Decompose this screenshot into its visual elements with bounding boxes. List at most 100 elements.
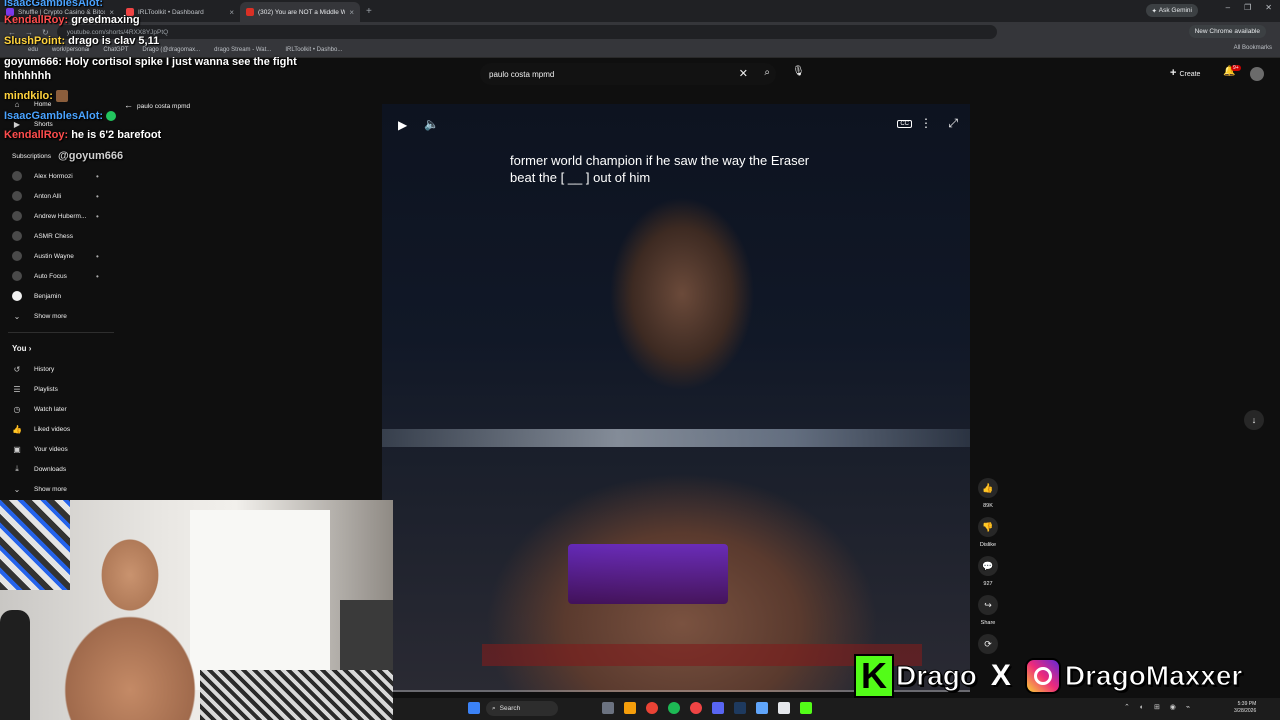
chrome-update-label: New Chrome available [1194,28,1260,35]
show-more-button[interactable]: ⌄ Show more [12,308,67,324]
like-button[interactable]: 👍 [978,478,998,498]
back-label: paulo costa mpmd [137,103,191,110]
x-logo-icon: X [990,658,1011,692]
video-icon: ▣ [13,444,21,454]
new-tab-button[interactable]: + [366,6,372,17]
sidebar-item-downloads[interactable]: ⤓ Downloads [12,461,66,477]
app-icon[interactable] [690,702,702,714]
sidebar-item-subscriptions[interactable]: Subscriptions [12,148,51,164]
bookmark-item[interactable]: Drago (@dragomax... [142,47,200,53]
all-bookmarks-label: All Bookmarks [1233,45,1272,51]
fullscreen-icon[interactable]: ⤢ [948,116,958,131]
file-explorer-icon[interactable] [624,702,636,714]
sidebar-item-history[interactable]: ↺ History [12,361,55,377]
social-banner: K Drago X DragoMaxxer [854,651,1266,700]
comments-button[interactable]: 💬 [978,556,998,576]
sidebar-item-liked-videos[interactable]: 👍 Liked videos [12,421,70,437]
channel-avatar [12,211,22,221]
show-more-button[interactable]: ⌄ Show more [12,481,67,497]
kick-icon[interactable] [800,702,812,714]
sidebar-channel[interactable]: Austin Wayne • [12,248,99,264]
captions-icon[interactable]: CC [897,120,912,128]
sidebar-channel[interactable]: Alex Hormozi • [12,168,99,184]
back-to-search-button[interactable]: ← paulo costa mpmd [124,100,190,110]
sidebar-channel[interactable]: Anton Alli • [12,188,99,204]
more-options-icon[interactable]: ⋮ [920,116,932,130]
sidebar-channel[interactable]: Benjamin [12,288,61,304]
clock-date: 3/28/2026 [1234,708,1257,714]
video-purple-sign [568,544,728,604]
next-video-button[interactable]: ↓ [1244,410,1264,430]
video-background-stripe [382,429,970,447]
sidebar-channel[interactable]: Andrew Huberm... • [12,208,99,224]
microphone-icon[interactable]: 🎙 [792,66,805,77]
maximize-icon[interactable]: ❐ [1244,3,1251,12]
url-field[interactable]: youtube.com/shorts/4RXX8YJpPtQ [56,25,997,39]
taskbar-clock[interactable]: 5:39 PM 3/28/2026 [1234,701,1256,715]
volume-icon[interactable]: 🔈 [424,117,439,131]
chat-username: IsaacGamblesAlot: [4,0,104,9]
playlists-icon: ☰ [13,384,21,394]
comment-icon: 💬 [982,560,994,571]
ask-gemini-label: Ask Gemini [1158,7,1192,14]
live-dot-icon: • [96,211,99,221]
browser-tab-bar: Shuffle | Crypto Casino & Bitco × IRLToo… [0,0,1280,22]
live-dot-icon: • [96,251,99,261]
clock-icon: ◷ [13,404,21,414]
bookmark-item[interactable]: IRLToolkit • Dashbo... [285,47,342,53]
you-section-header[interactable]: You › [12,344,31,353]
create-button[interactable]: + Create [1170,67,1200,79]
sidebar-channel[interactable]: ASMR Chess [12,228,73,244]
bookmark-item[interactable]: edu [28,47,38,53]
you-header-label: You [12,344,27,353]
task-view-icon[interactable] [602,702,614,714]
close-tab-icon[interactable]: × [229,8,234,17]
taskbar-search[interactable]: ⌕ Search [486,701,558,716]
chat-text: he is 6'2 barefoot [71,129,162,141]
chrome-icon[interactable] [646,702,658,714]
sidebar-item-watch-later[interactable]: ◷ Watch later [12,401,67,417]
instagram-logo-icon [1024,657,1061,694]
bookmark-item[interactable]: drago Stream - Wat... [214,47,271,53]
browser-tab-active[interactable]: (302) You are NOT a Middle W × [240,2,360,22]
close-tab-icon[interactable]: × [349,8,354,17]
emote-icon [55,90,68,103]
bookmark-item[interactable]: ChatGPT [103,47,128,53]
all-bookmarks-button[interactable]: All Bookmarks [1234,45,1272,51]
share-button[interactable]: ↪ [978,595,998,615]
channel-name: Benjamin [34,292,62,300]
sidebar-channel[interactable]: Auto Focus • [12,268,99,284]
account-avatar[interactable] [1250,67,1264,81]
sidebar-item-playlists[interactable]: ☰ Playlists [12,381,57,397]
notion-icon[interactable] [778,702,790,714]
discord-icon[interactable] [712,702,724,714]
thumbs-up-icon: 👍 [982,482,994,493]
bookmark-item[interactable]: work/personal [52,47,89,53]
dislike-label: Dislike [979,542,997,548]
steam-icon[interactable] [734,702,746,714]
sidebar-item-label: Liked videos [34,425,71,433]
window-controls: – ❐ ✕ [1226,3,1272,12]
notes-icon[interactable] [756,702,768,714]
chrome-update-button[interactable]: New Chrome available [1188,25,1266,38]
dislike-button[interactable]: 👎 [978,517,998,537]
windows-start-icon[interactable] [468,702,480,714]
channel-name: Austin Wayne [34,252,74,260]
spotify-icon[interactable] [668,702,680,714]
room-window [190,510,330,690]
sidebar-item-your-videos[interactable]: ▣ Your videos [12,441,68,457]
play-icon[interactable]: ▶ [398,118,407,132]
system-tray[interactable]: ⌃ ◐ ⊞ ◉ ⌁ [1124,703,1194,711]
instagram-handle: DragoMaxxer [1064,659,1243,691]
screen: Shuffle | Crypto Casino & Bitco × IRLToo… [0,0,1280,720]
search-icon[interactable]: ⌕ [764,67,770,78]
sidebar-item-label: Subscriptions [12,152,52,160]
search-input[interactable]: paulo costa mpmd ✕ ⌕ [480,63,776,85]
close-window-icon[interactable]: ✕ [1265,3,1272,12]
clear-search-icon[interactable]: ✕ [739,67,748,80]
shorts-video-player[interactable]: former world champion if he saw the way … [382,104,970,692]
ask-gemini-button[interactable]: ✦ Ask Gemini [1145,4,1198,17]
chat-text: @goyum666 [58,150,124,162]
minimize-icon[interactable]: – [1226,3,1230,12]
kick-logo-letter: K [861,654,887,696]
